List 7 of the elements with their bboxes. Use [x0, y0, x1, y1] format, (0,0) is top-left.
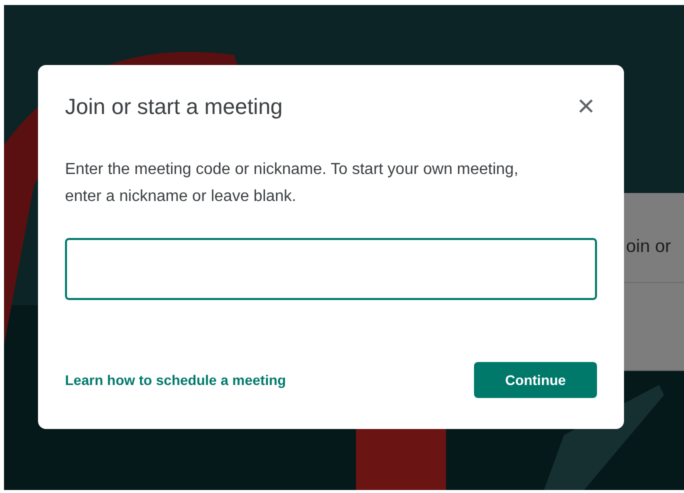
close-button[interactable]: ×	[571, 92, 601, 122]
continue-button[interactable]: Continue	[474, 362, 597, 398]
dialog-title: Join or start a meeting	[65, 93, 283, 121]
dialog-description: Enter the meeting code or nickname. To start your own meeting, enter a nickname or leave blank.	[65, 160, 520, 207]
background-panel-text: oin or	[626, 235, 672, 258]
schedule-link[interactable]: Learn how to schedule a meeting	[65, 370, 286, 390]
input-field[interactable]	[65, 238, 597, 300]
